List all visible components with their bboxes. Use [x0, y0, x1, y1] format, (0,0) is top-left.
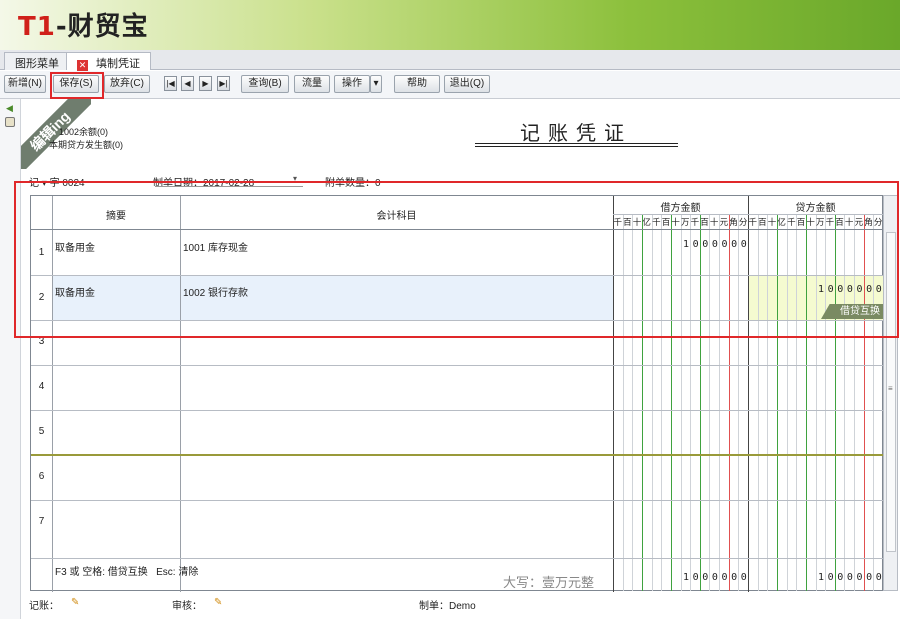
operate-dropdown-icon[interactable]: ▾ [370, 75, 382, 93]
title-underline [475, 146, 678, 147]
row-number: 6 [38, 471, 45, 482]
period-total-info: 本期贷方发生额(0) [49, 140, 123, 150]
toolbar: 新增(N) 保存(S) 放弃(C) |◀ ◀ ▶ ▶| 查询(B) 流量 操作 … [0, 71, 900, 99]
voucher-content: 编辑ing 1002余额(0) 本期贷方发生额(0) 记账凭证 记 ▾ 字 00… [21, 99, 900, 622]
lock-icon[interactable] [5, 117, 15, 127]
row-line [31, 500, 883, 501]
logo-text: -财贸宝 [55, 12, 149, 42]
selected-rows-highlight [14, 181, 899, 338]
logo-prefix: T1 [18, 12, 56, 42]
next-record-icon[interactable]: ▶ [199, 76, 212, 91]
bookkeeper-label: 记账： [29, 601, 59, 612]
voucher-title: 记账凭证 [520, 121, 632, 145]
voucher-footer: 记账： ✎ 审核： ✎ 制单：Demo [29, 597, 889, 612]
help-button[interactable]: 帮助 [394, 75, 440, 93]
discard-button[interactable]: 放弃(C) [104, 75, 150, 93]
operate-button[interactable]: 操作 [334, 75, 370, 93]
title-underline [475, 143, 678, 144]
balance-info: 1002余额(0) [59, 127, 109, 137]
previous-record-icon[interactable]: ◀ [181, 76, 194, 91]
scroll-grip-icon: ≡ [888, 384, 893, 393]
tab-label: 填制凭证 [96, 58, 140, 70]
reviewer-label: 审核： [172, 601, 202, 612]
left-strip: ◀ [0, 99, 21, 619]
reviewer-pen-icon[interactable]: ✎ [214, 597, 222, 608]
bookkeeper-pen-icon[interactable]: ✎ [71, 597, 79, 608]
credit-total: 1000000 [818, 572, 886, 583]
tab-graphic-menu[interactable]: 图形菜单 [4, 52, 70, 70]
save-button-highlight [50, 72, 104, 99]
row-number: 5 [38, 426, 45, 437]
maker-label: 制单：Demo [419, 601, 476, 612]
total-in-words: 大写：壹万元整 [503, 575, 595, 590]
row-line [31, 365, 883, 366]
row-number: 7 [38, 516, 45, 527]
tab-label: 图形菜单 [15, 58, 59, 70]
tab-voucher-entry[interactable]: ✕ 填制凭证 [66, 52, 151, 71]
row-line [31, 410, 883, 411]
tab-close-icon[interactable]: ✕ [77, 60, 88, 71]
exit-button[interactable]: 退出(Q) [444, 75, 490, 93]
row-line [31, 454, 883, 456]
collapse-arrow-icon[interactable]: ◀ [6, 103, 13, 114]
app-header: T1-财贸宝 [0, 0, 900, 50]
first-record-icon[interactable]: |◀ [164, 76, 177, 91]
flow-button[interactable]: 流量 [294, 75, 330, 93]
query-button[interactable]: 查询(B) [241, 75, 289, 93]
row-number: 4 [38, 381, 45, 392]
row-line [31, 558, 883, 559]
app-logo: T1-财贸宝 [18, 6, 149, 43]
tab-bar: 图形菜单 ✕ 填制凭证 [0, 50, 900, 71]
shortcut-hint: F3 或 空格: 借贷互换 Esc: 清除 [55, 567, 199, 578]
debit-total: 1000000 [683, 572, 751, 583]
last-record-icon[interactable]: ▶| [217, 76, 230, 91]
new-button[interactable]: 新增(N) [4, 75, 46, 93]
